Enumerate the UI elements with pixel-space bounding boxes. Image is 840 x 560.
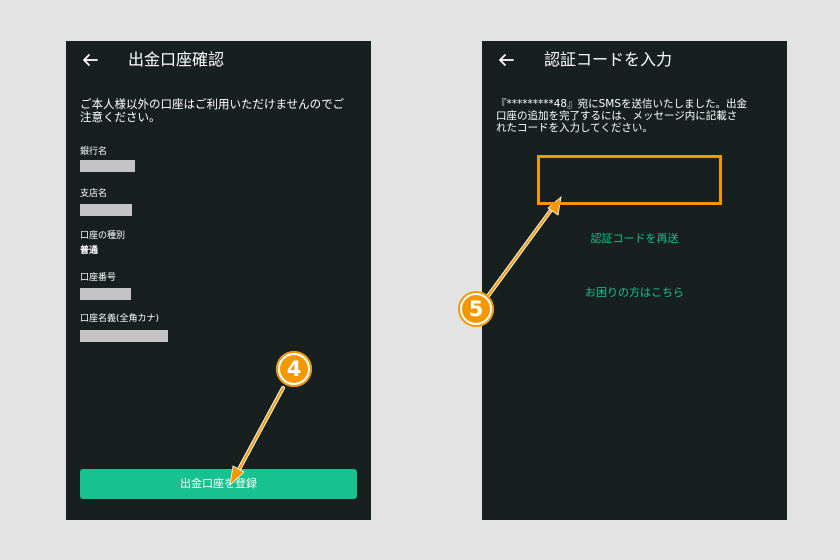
back-arrow-icon[interactable] bbox=[80, 50, 100, 70]
step-5-number: 5 bbox=[462, 295, 490, 323]
app-bar: 認証コードを入力 bbox=[482, 41, 787, 81]
account-holder-value-redacted bbox=[80, 330, 168, 342]
page-title: 出金口座確認 bbox=[128, 50, 225, 69]
account-number-label: 口座番号 bbox=[80, 273, 117, 283]
resend-code-link[interactable]: 認証コードを再送 bbox=[482, 232, 787, 246]
account-type-value: 普通 bbox=[80, 246, 99, 256]
back-arrow-icon[interactable] bbox=[496, 50, 516, 70]
code-input-highlight bbox=[537, 155, 722, 205]
right-phone-screen: 認証コードを入力 『*********48』宛にSMSを送信いたしました。出金 … bbox=[482, 41, 787, 520]
step-5-badge: 5 bbox=[458, 291, 494, 327]
branch-name-label: 支店名 bbox=[80, 189, 108, 199]
account-holder-label: 口座名義(全角カナ) bbox=[80, 314, 160, 324]
page-title: 認証コードを入力 bbox=[544, 50, 673, 69]
notice-text: ご本人様以外の口座はご利用いただけませんのでご 注意ください。 bbox=[80, 97, 345, 124]
bank-name-label: 銀行名 bbox=[80, 147, 108, 157]
account-type-label: 口座の種別 bbox=[80, 231, 126, 241]
step-4-badge: 4 bbox=[276, 351, 312, 387]
step-4-number: 4 bbox=[280, 355, 308, 383]
account-number-value-redacted bbox=[80, 288, 131, 300]
branch-name-value-redacted bbox=[80, 204, 132, 216]
app-bar: 出金口座確認 bbox=[66, 41, 371, 81]
left-phone-screen: 出金口座確認 ご本人様以外の口座はご利用いただけませんのでご 注意ください。 銀… bbox=[66, 41, 371, 520]
bank-name-value-redacted bbox=[80, 160, 135, 172]
register-account-button[interactable]: 出金口座を登録 bbox=[80, 469, 357, 499]
sms-sent-message: 『*********48』宛にSMSを送信いたしました。出金 口座の追加を完了す… bbox=[496, 98, 747, 134]
help-link[interactable]: お困りの方はこちら bbox=[482, 286, 787, 300]
